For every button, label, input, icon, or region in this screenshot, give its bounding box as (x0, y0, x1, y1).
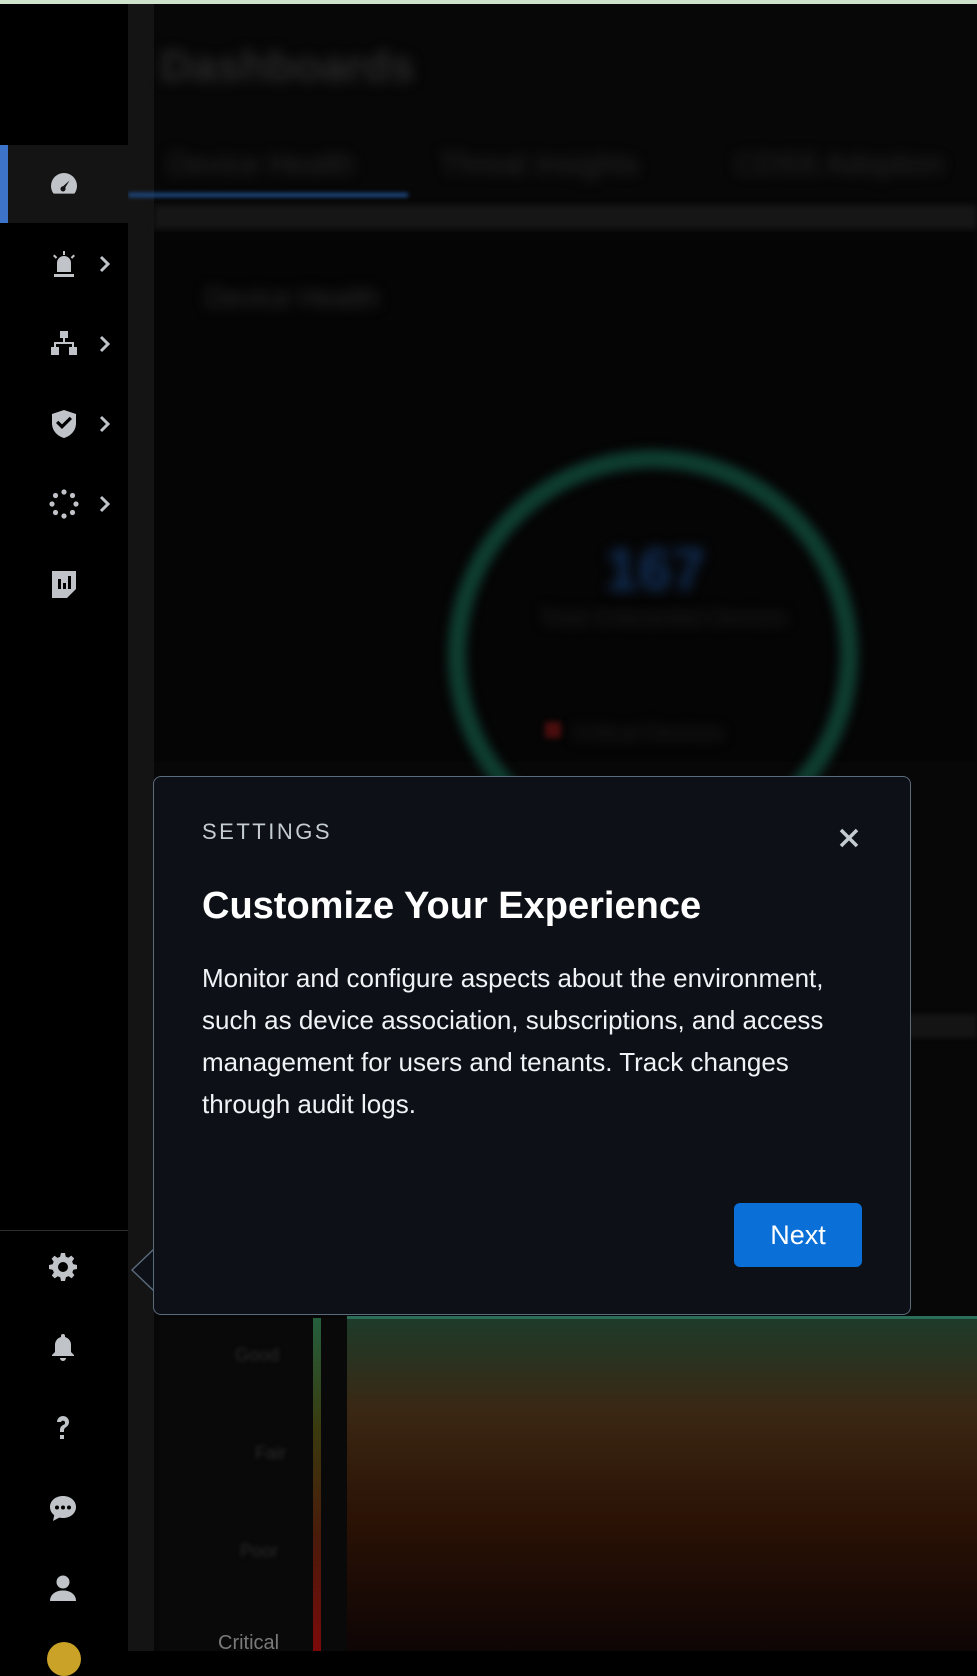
sidebar (0, 4, 128, 1651)
nav-item-security[interactable] (0, 385, 128, 463)
tab-device-health: Device Health (168, 148, 355, 181)
sidebar-divider (0, 1230, 128, 1231)
chevron-right-icon (97, 334, 113, 354)
active-tab-underline (128, 193, 408, 197)
close-icon[interactable] (832, 821, 866, 855)
chevron-right-icon (97, 254, 113, 274)
popover-eyebrow: SETTINGS (202, 819, 333, 844)
alarm-icon (47, 247, 81, 281)
nav-item-integrations[interactable] (0, 465, 128, 543)
tabbar-divider (154, 205, 977, 229)
help-icon[interactable] (47, 1412, 81, 1446)
nav-item-network[interactable] (0, 305, 128, 383)
chevron-right-icon (97, 414, 113, 434)
nav-item-alerts[interactable] (0, 225, 128, 303)
ring-subtitle: Total Onboarded Devices (540, 605, 788, 630)
nav-item-dashboards[interactable] (0, 145, 128, 223)
tab-cdss-adoption: CDSS Adoption (735, 148, 944, 181)
chart-top-line (347, 1316, 977, 1319)
card-title: Device Health (205, 282, 380, 313)
ring-legend: Critical Devices (572, 720, 724, 745)
ring-value: 167 (605, 536, 706, 603)
content-gutter (128, 4, 154, 1651)
chat-icon[interactable] (47, 1492, 81, 1526)
popover-body: Monitor and configure aspects about the … (202, 963, 824, 1119)
gear-icon[interactable] (47, 1251, 81, 1285)
popover-title: Customize Your Experience (202, 885, 702, 927)
network-icon (47, 327, 81, 361)
avatar[interactable] (47, 1642, 81, 1676)
gauge-icon (47, 167, 81, 201)
next-button[interactable]: Next (734, 1203, 862, 1267)
chevron-right-icon (97, 494, 113, 514)
shield-check-icon (47, 407, 81, 441)
critical-legend-swatch (545, 722, 561, 738)
user-icon[interactable] (47, 1572, 81, 1606)
y-label-fair: Fair (255, 1443, 286, 1463)
y-label-good: Good (235, 1345, 280, 1365)
y-label-critical: Critical (218, 1632, 280, 1654)
popover-pointer-fill (133, 1249, 155, 1291)
tab-threat-insights: Threat Insights (440, 148, 639, 181)
chart-gradient-area (347, 1318, 977, 1651)
chart-axis-bar (313, 1318, 321, 1651)
nav-item-reports[interactable] (0, 545, 128, 623)
onboarding-popover: SETTINGS Customize Your Experience Monit… (153, 776, 911, 1315)
bell-icon[interactable] (47, 1331, 81, 1365)
report-icon (47, 567, 81, 601)
dots-circle-icon (47, 487, 81, 521)
y-label-poor: Poor (240, 1541, 279, 1561)
page-title: Dashboards (160, 42, 415, 91)
